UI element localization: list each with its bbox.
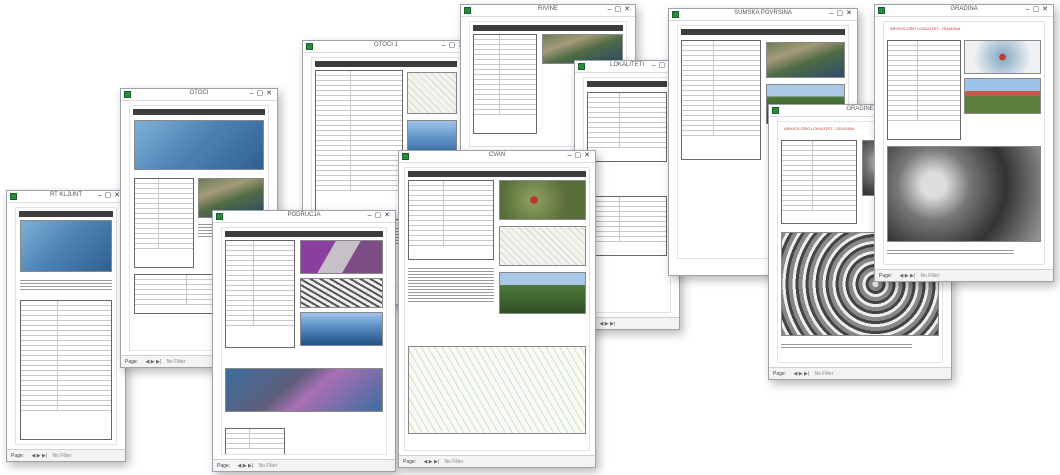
attribute-table xyxy=(225,240,295,348)
attribute-table-2 xyxy=(587,196,667,256)
no-filter-button[interactable]: No Filter xyxy=(166,359,185,365)
record-nav-icons[interactable]: ◀ ▶ ▶| xyxy=(145,359,161,365)
no-filter-button[interactable]: No Filter xyxy=(444,459,463,465)
report-page xyxy=(404,167,590,451)
title-bar[interactable]: GRADINA –▢✕ xyxy=(875,5,1053,17)
location-map xyxy=(407,72,457,114)
zone-map xyxy=(300,240,383,274)
page-label: Page: xyxy=(773,371,787,377)
page-label: Page: xyxy=(217,463,231,469)
page-label: Page: xyxy=(403,459,417,465)
record-nav-icons[interactable]: ◀ ▶ ▶| xyxy=(599,321,615,327)
report-header-bar xyxy=(587,81,667,87)
record-nav-icons[interactable]: ◀ ▶ ▶| xyxy=(31,453,47,459)
report-header-bar xyxy=(408,171,586,177)
navigation-bar[interactable]: Page: ◀ ▶ ▶| No Filter xyxy=(7,449,125,461)
title-bar[interactable]: ČVAN –▢✕ xyxy=(399,151,595,163)
detail-map xyxy=(499,226,586,266)
attribute-table xyxy=(681,40,761,160)
report-header-bar xyxy=(681,29,845,35)
report-window-9[interactable]: GRADINA –▢✕ ARHEOLOŠKI LOKALITET - GRADI… xyxy=(874,4,1054,282)
forest-map xyxy=(766,42,845,78)
map-image xyxy=(20,220,112,272)
report-page xyxy=(583,77,671,313)
navigation-bar[interactable]: Page: ◀ ▶ ▶| No Filter xyxy=(399,455,595,467)
coast-photo xyxy=(300,312,383,346)
page-label: Page: xyxy=(879,273,893,279)
relief-map xyxy=(300,278,383,308)
title-bar[interactable]: LOKALITETI –▢✕ xyxy=(575,61,679,73)
footnote-text xyxy=(887,248,1014,256)
title-bar[interactable]: ŠUMSKA POVRŠINA –▢✕ xyxy=(669,9,857,21)
record-nav-icons[interactable]: ◀ ▶ ▶| xyxy=(793,371,809,377)
attribute-table xyxy=(587,92,667,162)
no-filter-button[interactable]: No Filter xyxy=(52,453,71,459)
title-bar[interactable]: RIVINE –▢✕ xyxy=(461,5,635,17)
report-page: ARHEOLOŠKI LOKALITET - GRADINA xyxy=(883,21,1045,265)
satellite-map-image xyxy=(134,120,264,170)
aerial-bw-photo xyxy=(887,146,1041,242)
page-label: Page: xyxy=(11,453,25,459)
report-header-bar xyxy=(19,211,113,217)
report-window-5[interactable]: ČVAN –▢✕ Page: ◀ ▶ ▶| No Filter xyxy=(398,150,596,468)
attribute-table xyxy=(781,140,857,224)
window-title: ČVAN xyxy=(488,152,506,158)
report-page xyxy=(221,227,387,455)
report-window-3[interactable]: PODRUČJA –▢✕ Page: ◀ ▶ ▶| No Filter xyxy=(212,210,396,472)
site-photo xyxy=(964,78,1041,114)
site-photo xyxy=(499,272,586,314)
attribute-table xyxy=(408,180,494,260)
page-label: Page: xyxy=(125,359,139,365)
navigation-bar[interactable]: Page: ◀ ▶ ▶| No Filter xyxy=(769,367,951,379)
attribute-table xyxy=(315,70,403,220)
no-filter-button[interactable]: No Filter xyxy=(814,371,833,377)
footnote-text xyxy=(781,342,912,350)
report-red-title: ARHEOLOŠKI LOKALITET - GRADINA xyxy=(890,26,961,31)
title-bar[interactable]: PODRUČJA –▢✕ xyxy=(213,211,395,223)
text-block xyxy=(20,278,112,292)
summary-table xyxy=(225,428,285,454)
report-header-bar xyxy=(133,109,265,115)
window-controls-icon[interactable]: –▢✕ xyxy=(250,89,275,97)
cadastral-map xyxy=(408,346,586,434)
window-controls-icon[interactable]: –▢✕ xyxy=(1026,5,1051,13)
no-filter-button[interactable]: No Filter xyxy=(258,463,277,469)
title-bar[interactable]: RT KLJUNT –▢✕ xyxy=(7,191,125,203)
report-header-bar xyxy=(473,25,623,31)
attribute-table xyxy=(887,40,961,140)
attribute-table xyxy=(134,178,194,268)
data-table xyxy=(20,300,112,440)
record-nav-icons[interactable]: ◀ ▶ ▶| xyxy=(899,273,915,279)
report-header-bar xyxy=(315,61,457,67)
site-map xyxy=(964,40,1041,74)
report-page xyxy=(15,207,117,445)
attribute-table xyxy=(473,34,537,134)
title-bar[interactable]: OTOCI –▢✕ xyxy=(121,89,277,101)
window-controls-icon[interactable]: –▢✕ xyxy=(830,9,855,17)
report-header-bar xyxy=(225,231,383,237)
record-nav-icons[interactable]: ◀ ▶ ▶| xyxy=(237,463,253,469)
description-text xyxy=(408,266,494,304)
navigation-bar[interactable]: Page: ◀ ▶ ▶| No Filter xyxy=(213,459,395,471)
site-map xyxy=(499,180,586,220)
navigation-bar[interactable]: Page: ◀ ▶ ▶| No Filter xyxy=(875,269,1053,281)
no-filter-button[interactable]: No Filter xyxy=(920,273,939,279)
window-controls-icon[interactable]: –▢✕ xyxy=(568,151,593,159)
overview-map xyxy=(225,368,383,412)
report-window-1[interactable]: RT KLJUNT –▢✕ Page: ◀ ▶ ▶| No Filter xyxy=(6,190,126,462)
title-bar[interactable]: OTOCI 1 –▢✕ xyxy=(303,41,469,53)
screenshot-stage: RT KLJUNT –▢✕ Page: ◀ ▶ ▶| No Filter OTO… xyxy=(0,0,1060,475)
window-controls-icon[interactable]: –▢✕ xyxy=(608,5,633,13)
window-controls-icon[interactable]: –▢✕ xyxy=(368,211,393,219)
record-nav-icons[interactable]: ◀ ▶ ▶| xyxy=(423,459,439,465)
